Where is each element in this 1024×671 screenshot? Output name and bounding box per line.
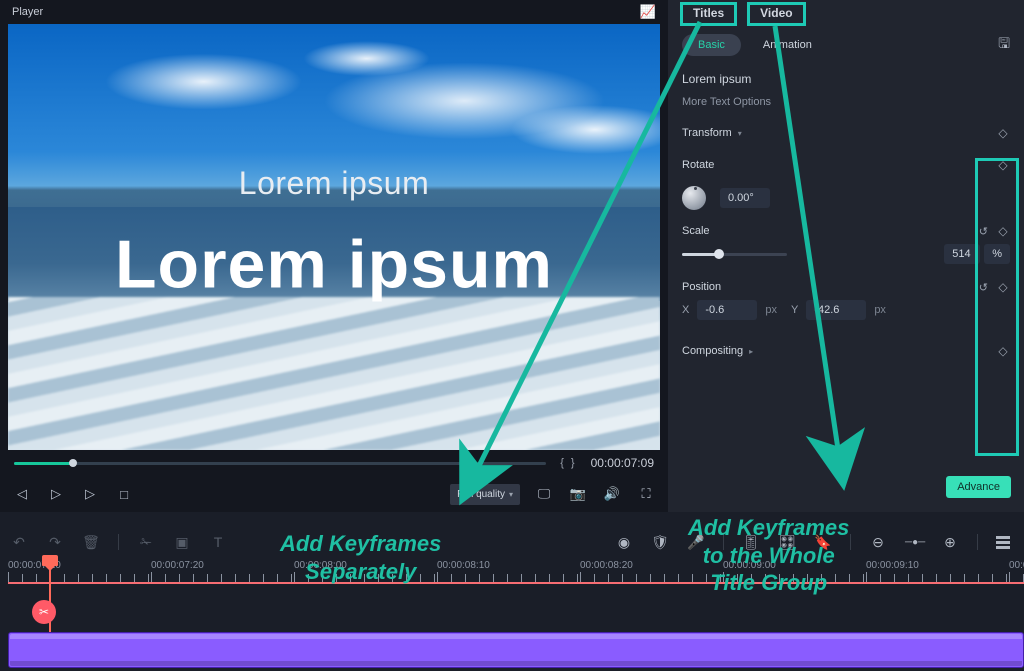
shield-icon[interactable]: 🛡 — [651, 534, 669, 551]
scissors-icon[interactable]: ✂ — [32, 600, 56, 624]
position-x-field[interactable]: -0.6 — [697, 300, 757, 320]
title-name-label: Lorem ipsum — [682, 72, 1010, 86]
reset-icon[interactable]: ↺ — [979, 225, 988, 238]
more-text-options-label[interactable]: More Text Options — [682, 96, 1010, 108]
progress-knob[interactable] — [69, 459, 77, 467]
position-y-field[interactable]: -42.6 — [806, 300, 866, 320]
text-icon[interactable]: T — [209, 534, 227, 550]
chevron-right-icon: ▸ — [749, 347, 753, 356]
keyframe-diamond-icon[interactable]: ◇ — [996, 158, 1010, 172]
quality-dropdown[interactable]: Full quality — [450, 484, 520, 505]
progress-track[interactable] — [14, 462, 546, 465]
timeline-toolbar: ↶ ↷ 🗑 ✁ ▣ T ◉ 🛡 🎤 🎚 🎛 🔖 ⊖ ─●─ ⊕ — [0, 528, 1024, 556]
rotate-knob[interactable] — [682, 186, 706, 210]
chart-icon[interactable]: 📈 — [640, 4, 656, 20]
timeline-ruler[interactable]: 00:00:07:10 00:00:07:20 00:00:08:00 00:0… — [8, 558, 1024, 582]
reset-icon[interactable]: ↺ — [979, 281, 988, 294]
keyframe-diamond-icon[interactable]: ◇ — [996, 344, 1010, 358]
ruler-label: 00:00:08:10 — [437, 560, 490, 571]
zoom-slider-icon[interactable]: ─●─ — [905, 537, 923, 548]
scale-value-field[interactable]: 514 — [944, 244, 980, 264]
scale-unit-label: % — [984, 244, 1010, 264]
rotate-label: Rotate — [682, 159, 714, 171]
ruler-label: 00:00:08:00 — [294, 560, 347, 571]
cut-icon[interactable]: ✁ — [137, 534, 155, 551]
fullscreen-icon[interactable]: ⛶ — [636, 486, 656, 502]
x-axis-label: X — [682, 304, 689, 316]
camera-icon[interactable]: 📷 — [568, 486, 588, 502]
player-panel: Player 📈 Lorem ipsum Lorem ipsum { } 00:… — [0, 0, 668, 512]
scale-label: Scale — [682, 225, 710, 237]
keyframe-diamond-icon[interactable]: ◇ — [996, 126, 1010, 140]
undo-icon[interactable]: ↶ — [10, 534, 28, 551]
step-back-icon[interactable]: ◁ — [12, 486, 32, 502]
track-size-icon[interactable] — [996, 536, 1014, 549]
delete-icon[interactable]: 🗑 — [82, 534, 100, 551]
video-preview[interactable]: Lorem ipsum Lorem ipsum — [8, 24, 660, 450]
inspector-content: Lorem ipsum More Text Options Transform ▾… — [668, 64, 1024, 512]
position-header: Position ↺ ◇ — [682, 280, 1010, 294]
stop-icon[interactable]: □ — [114, 487, 134, 502]
position-label: Position — [682, 281, 721, 293]
keyframe-diamond-icon[interactable]: ◇ — [996, 224, 1010, 238]
monitor-icon[interactable]: 🖵 — [534, 486, 554, 502]
inspector-panel: Titles Video Basic Animation 🖫 Lorem ips… — [668, 0, 1024, 512]
rotate-control: 0.00° — [682, 186, 1010, 210]
scale-slider[interactable] — [682, 253, 787, 256]
redo-icon[interactable]: ↷ — [46, 534, 64, 551]
slider-knob[interactable] — [714, 249, 724, 259]
transform-label: Transform — [682, 127, 732, 139]
play-icon[interactable]: ▷ — [80, 486, 100, 502]
speaker-icon[interactable]: 🔊 — [602, 486, 622, 502]
ruler-label: 00:00:09:00 — [723, 560, 776, 571]
x-unit-label: px — [765, 304, 777, 316]
ruler-label: 00:00:07:10 — [8, 560, 61, 571]
inspector-subtabs: Basic Animation 🖫 — [668, 26, 1024, 64]
ruler-label: 00:00:08:20 — [580, 560, 633, 571]
player-header: Player 📈 — [0, 0, 668, 24]
position-row: X -0.6 px Y -42.6 px — [682, 300, 1010, 320]
title-clip[interactable] — [8, 632, 1024, 668]
quality-label: Full quality — [457, 489, 505, 500]
rotate-value-field[interactable]: 0.00° — [720, 188, 770, 208]
player-title-label: Player — [12, 6, 43, 18]
mixer-icon[interactable]: 🎚 — [742, 534, 760, 551]
subtab-basic[interactable]: Basic — [682, 34, 741, 56]
save-preset-icon[interactable]: 🖫 — [998, 33, 1010, 57]
mic-icon[interactable]: 🎤 — [687, 534, 705, 551]
marker-icon[interactable]: 🔖 — [814, 534, 832, 551]
zoom-out-icon[interactable]: ⊖ — [869, 534, 887, 551]
crop-icon[interactable]: ▣ — [173, 534, 191, 551]
preview-foam — [8, 297, 660, 450]
adjust-icon[interactable]: 🎛 — [778, 534, 796, 551]
player-controls: ◁ ▷ ▷ □ Full quality 🖵 📷 🔊 ⛶ — [0, 476, 668, 512]
zoom-in-icon[interactable]: ⊕ — [941, 534, 959, 551]
player-timecode: 00:00:07:09 — [591, 456, 654, 470]
scale-header: Scale ↺ ◇ — [682, 224, 1010, 238]
y-axis-label: Y — [791, 304, 798, 316]
ruler-marker-line — [8, 582, 1024, 584]
ruler-label: 00:00:09:10 — [866, 560, 919, 571]
compositing-row[interactable]: Compositing ▸ ◇ — [682, 340, 1010, 362]
chevron-down-icon: ▾ — [738, 129, 742, 138]
transform-row[interactable]: Transform ▾ ◇ — [682, 122, 1010, 144]
inout-braces[interactable]: { } — [560, 457, 576, 469]
compositing-label: Compositing — [682, 345, 743, 357]
overlay-title[interactable]: Lorem ipsum — [115, 225, 553, 303]
record-icon[interactable]: ◉ — [615, 534, 633, 551]
ruler-label: 00:00:07:20 — [151, 560, 204, 571]
overlay-subtitle[interactable]: Lorem ipsum — [239, 165, 429, 202]
ruler-label: 00:00:10 — [1009, 560, 1024, 571]
inspector-tabs: Titles Video — [668, 0, 1024, 26]
advance-button[interactable]: Advance — [946, 476, 1011, 498]
y-unit-label: px — [874, 304, 886, 316]
tab-titles[interactable]: Titles — [680, 2, 737, 26]
progress-fill — [14, 462, 73, 465]
rotate-label-row: Rotate ◇ — [682, 154, 1010, 176]
step-forward-icon[interactable]: ▷ — [46, 486, 66, 502]
keyframe-diamond-icon[interactable]: ◇ — [996, 280, 1010, 294]
player-progress-row: { } 00:00:07:09 — [0, 450, 668, 476]
subtab-animation[interactable]: Animation — [747, 34, 828, 56]
tab-video[interactable]: Video — [747, 2, 805, 26]
